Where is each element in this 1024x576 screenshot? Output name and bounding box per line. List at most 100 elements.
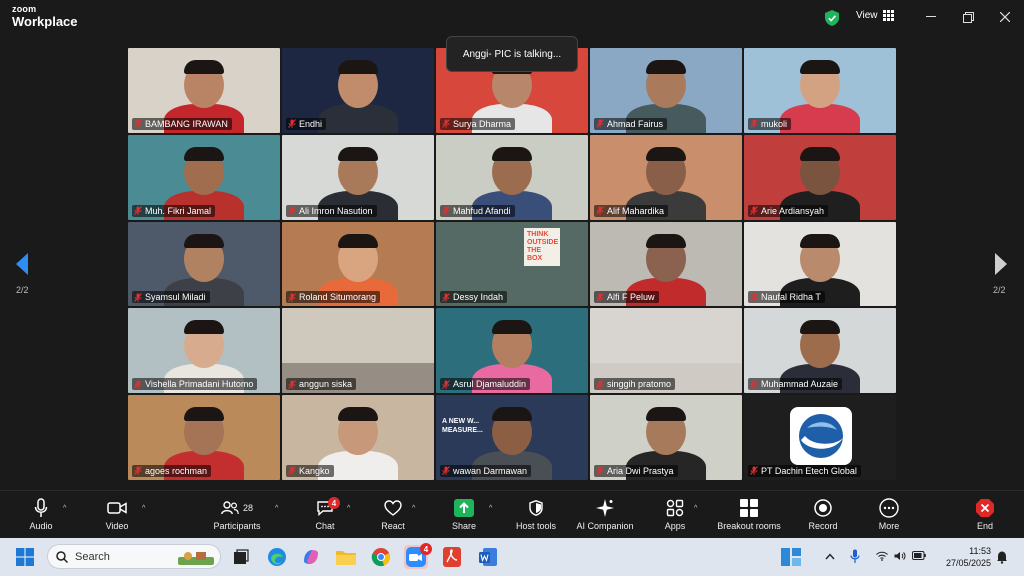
task-view-app[interactable] — [229, 545, 253, 569]
participant-tile[interactable]: Arie Ardiansyah — [744, 134, 896, 220]
participant-tile[interactable]: Ahmad Fairus — [590, 48, 742, 133]
participant-tile[interactable]: anggun siska — [282, 308, 434, 394]
participants-button[interactable]: 28 Participants — [206, 497, 268, 531]
participant-name-label: Surya Dharma — [440, 117, 516, 130]
heart-icon — [384, 500, 402, 516]
participant-tile[interactable]: Alif Mahardika — [590, 134, 742, 220]
taskbar-search-box[interactable]: Search — [47, 544, 221, 569]
logo-zoom-text: zoom — [12, 4, 37, 14]
record-button[interactable]: Record — [804, 497, 842, 531]
participant-hair — [184, 233, 224, 248]
participant-name: BAMBANG IRAWAN — [145, 118, 228, 129]
participant-tile[interactable]: A NEW W... MEASURE... wawan Darmawan — [436, 395, 588, 480]
file-explorer-app[interactable] — [334, 545, 358, 569]
muted-microphone-icon — [596, 379, 604, 389]
participant-tile[interactable]: Aria Dwi Prastya — [590, 395, 742, 480]
muted-microphone-icon — [596, 293, 604, 302]
notification-bell-icon[interactable] — [996, 550, 1008, 564]
participant-tile[interactable]: Asrul Djamaluddin — [436, 308, 588, 394]
widgets-app[interactable] — [779, 545, 803, 569]
apps-options-caret[interactable]: ^ — [694, 505, 697, 512]
record-icon — [814, 499, 832, 517]
muted-microphone-icon — [134, 119, 142, 129]
participant-name-label: Naufal Ridha T — [748, 291, 825, 304]
breakout-rooms-button[interactable]: Breakout rooms — [712, 497, 786, 531]
restore-button[interactable] — [959, 9, 977, 25]
participant-tile[interactable]: THINK OUTSIDE THE BOX Dessy Indah — [436, 221, 588, 307]
participant-tile[interactable]: Naufal Ridha T — [744, 221, 896, 307]
participant-tile[interactable]: PT Dachin Etech Global — [744, 395, 896, 480]
participant-tile[interactable]: Ali Imron Nasution — [282, 134, 434, 220]
previous-page-arrow-icon[interactable] — [14, 252, 30, 276]
taskbar-clock[interactable]: 11:53 27/05/2025 — [936, 545, 991, 569]
end-meeting-button[interactable]: End — [968, 497, 1002, 531]
participant-tile[interactable]: Muh. Fikri Jamal — [128, 134, 280, 220]
host-tools-button[interactable]: Host tools — [508, 497, 564, 531]
muted-microphone-icon — [750, 466, 758, 476]
acrobat-app[interactable] — [440, 545, 464, 569]
ai-companion-button[interactable]: AI Companion — [572, 497, 638, 531]
wifi-icon[interactable] — [876, 551, 888, 561]
muted-microphone-icon — [288, 379, 296, 389]
participant-tile[interactable]: Mahfud Afandi — [436, 134, 588, 220]
participant-tile[interactable]: Kangko — [282, 395, 434, 480]
participant-hair — [646, 233, 686, 248]
search-placeholder: Search — [75, 550, 110, 563]
zoom-app[interactable]: 4 — [404, 543, 432, 569]
view-button[interactable]: View — [856, 10, 894, 21]
video-button[interactable]: Video — [100, 497, 134, 531]
participant-hair — [492, 146, 532, 161]
react-button[interactable]: React — [376, 497, 410, 531]
share-label: Share — [451, 521, 477, 531]
participant-name-label: Asrul Djamaluddin — [440, 378, 531, 391]
participant-tile[interactable]: BAMBANG IRAWAN — [128, 48, 280, 133]
apps-button[interactable]: Apps — [660, 497, 690, 531]
participant-tile[interactable]: mukoli — [744, 48, 896, 133]
react-options-caret[interactable]: ^ — [412, 505, 415, 512]
participant-tile[interactable]: singgih pratomo — [590, 308, 742, 394]
chat-button[interactable]: Chat 4 — [310, 497, 340, 531]
participant-name: PT Dachin Etech Global — [761, 465, 857, 476]
tray-microphone-icon[interactable] — [850, 549, 860, 564]
encryption-shield-icon[interactable] — [825, 10, 839, 26]
participant-name: agoes rochman — [145, 465, 208, 476]
chat-options-caret[interactable]: ^ — [347, 505, 350, 512]
battery-icon[interactable] — [912, 551, 926, 560]
windows-start-icon[interactable] — [16, 548, 34, 566]
participant-tile[interactable]: Syamsul Miladi — [128, 221, 280, 307]
participant-tile[interactable]: Roland Situmorang — [282, 221, 434, 307]
sparkle-icon — [596, 499, 614, 517]
muted-microphone-icon — [442, 466, 450, 476]
muted-microphone-icon — [288, 293, 296, 302]
participants-icon — [221, 501, 239, 515]
volume-icon[interactable] — [894, 551, 906, 561]
participant-name-label: Roland Situmorang — [286, 291, 381, 304]
muted-microphone-icon — [442, 293, 450, 302]
minimize-button[interactable] — [922, 9, 940, 25]
participants-options-caret[interactable]: ^ — [275, 505, 278, 512]
participant-tile[interactable]: Alfi F Peluw — [590, 221, 742, 307]
word-app[interactable] — [476, 545, 500, 569]
participant-tile[interactable]: agoes rochman — [128, 395, 280, 480]
zoom-workplace-logo: zoom Workplace — [12, 4, 78, 29]
video-options-caret[interactable]: ^ — [142, 505, 145, 512]
close-button[interactable] — [996, 9, 1014, 25]
audio-options-caret[interactable]: ^ — [63, 505, 66, 512]
share-button[interactable]: Share — [448, 497, 480, 531]
participant-name: Syamsul Miladi — [145, 292, 206, 303]
participant-hair — [492, 320, 532, 335]
participant-tile[interactable]: Endhi — [282, 48, 434, 133]
muted-microphone-icon — [288, 466, 296, 476]
participant-name-label: agoes rochman — [132, 464, 212, 477]
participant-tile[interactable]: Muhammad Auzaie — [744, 308, 896, 394]
next-page-arrow-icon[interactable] — [993, 252, 1009, 276]
tray-overflow-chevron-icon[interactable] — [825, 553, 835, 560]
copilot-app[interactable] — [299, 545, 323, 569]
audio-button[interactable]: Audio — [24, 497, 58, 531]
share-options-caret[interactable]: ^ — [489, 505, 492, 512]
participant-tile[interactable]: Vishella Primadani Hutomo — [128, 308, 280, 394]
more-button[interactable]: More — [872, 497, 906, 531]
chrome-app[interactable] — [369, 545, 393, 569]
edge-app[interactable] — [265, 545, 289, 569]
participant-hair — [800, 233, 840, 248]
